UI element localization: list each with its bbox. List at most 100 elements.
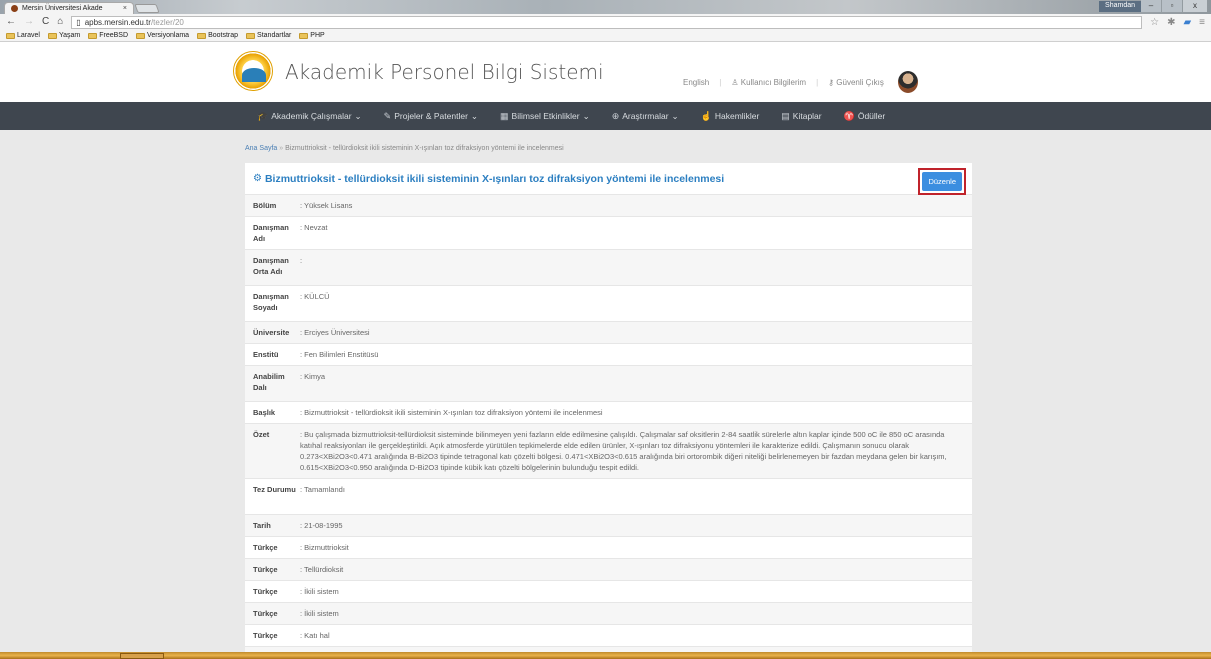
field-label: Türkçe	[245, 536, 300, 559]
table-row: Danışman Orta Adı	[245, 249, 972, 286]
forward-icon[interactable]: →	[24, 17, 34, 27]
browser-titlebar: Mersin Üniversitesi Akade × Shamdan – ▫ …	[0, 0, 1211, 14]
book-icon: ▤	[781, 110, 790, 121]
cogs-icon: ⚙	[253, 173, 262, 184]
menu-icon[interactable]: ≡	[1199, 17, 1205, 28]
card-header: ⚙ Bizmuttrioksit - tellürdioksit ikili s…	[245, 163, 972, 195]
pencil-icon: ✎	[383, 110, 392, 121]
bookmark-bootstrap[interactable]: Bootstrap	[197, 32, 238, 39]
chevron-down-icon: ⌄	[470, 110, 479, 121]
table-row: BölümYüksek Lisans	[245, 194, 972, 217]
back-icon[interactable]: ←	[6, 17, 16, 27]
bookmark-freebsd[interactable]: FreeBSD	[88, 32, 128, 39]
bookmark-standartlar[interactable]: Standartlar	[246, 32, 291, 39]
field-value: İkili sistem	[300, 602, 972, 625]
page-icon: ▯	[76, 17, 81, 27]
main-content: Ana Sayfa » Bizmuttrioksit - tellürdioks…	[245, 143, 972, 659]
field-value: Katı hal	[300, 624, 972, 647]
hand-icon: ☝	[700, 110, 712, 121]
field-label: Tez Durumu	[245, 478, 300, 515]
calendar-icon: ▦	[500, 110, 509, 121]
browser-tab[interactable]: Mersin Üniversitesi Akade ×	[4, 2, 134, 14]
field-value: Bizmuttrioksit - tellürdioksit ikili sis…	[300, 401, 972, 424]
close-window-icon[interactable]: x	[1183, 0, 1207, 12]
folder-icon	[88, 32, 98, 39]
bookmark-laravel[interactable]: Laravel	[6, 32, 40, 39]
browser-toolbar: ← → C ⌂ ▯ apbs.mersin.edu.tr/tezler/20 ☆…	[0, 14, 1211, 30]
table-row: Tarih21-08-1995	[245, 514, 972, 537]
edit-button[interactable]: Düzenle	[922, 172, 962, 191]
window-user-badge[interactable]: Shamdan	[1099, 1, 1141, 12]
home-icon[interactable]: ⌂	[57, 17, 63, 27]
globe-icon: ⊕	[611, 110, 620, 121]
tab-close-icon[interactable]: ×	[123, 5, 127, 12]
table-row: BaşlıkBizmuttrioksit - tellürdioksit iki…	[245, 401, 972, 424]
field-value: Fen Bilimleri Enstitüsü	[300, 343, 972, 366]
field-value: Bizmuttrioksit	[300, 536, 972, 559]
nav-oduller[interactable]: ♈ Ödüller	[844, 111, 886, 122]
nav-hakemlikler[interactable]: ☝ Hakemlikler	[701, 111, 760, 122]
bookmark-php[interactable]: PHP	[299, 32, 325, 39]
folder-icon	[299, 32, 309, 39]
user-info-link[interactable]: ♙ Kullanıcı Bilgilerim	[731, 78, 806, 87]
reload-icon[interactable]: C	[42, 17, 49, 27]
nav-projeler-patentler[interactable]: ✎ Projeler & Patentler ⌄	[384, 111, 478, 122]
field-label: Türkçe	[245, 580, 300, 603]
star-icon[interactable]: ☆	[1150, 17, 1159, 28]
field-label: Özet	[245, 423, 300, 479]
bookmarks-bar: Laravel Yaşam FreeBSD Versiyonlama Boots…	[0, 30, 1211, 42]
avatar[interactable]	[897, 71, 918, 93]
taskbar-button[interactable]	[120, 653, 164, 659]
breadcrumb: Ana Sayfa » Bizmuttrioksit - tellürdioks…	[245, 143, 972, 163]
extension2-icon[interactable]: ▰	[1183, 17, 1191, 28]
breadcrumb-separator: »	[279, 145, 284, 152]
table-row: Anabilim DalıKimya	[245, 365, 972, 402]
site-title[interactable]: Akademik Personel Bilgi Sistemi	[285, 60, 604, 84]
divider: |	[719, 77, 722, 87]
minimize-icon[interactable]: –	[1141, 0, 1161, 12]
trophy-icon: ♈	[843, 110, 855, 121]
new-tab-button[interactable]	[134, 4, 160, 13]
table-row: Tez DurumuTamamlandı	[245, 478, 972, 515]
maximize-icon[interactable]: ▫	[1162, 0, 1182, 12]
tab-title: Mersin Üniversitesi Akade	[22, 5, 103, 12]
nav-bilimsel-etkinlikler[interactable]: ▦ Bilimsel Etkinlikler ⌄	[500, 111, 590, 122]
field-value: 21-08-1995	[300, 514, 972, 537]
folder-icon	[136, 32, 146, 39]
favicon-icon	[11, 5, 18, 12]
divider: |	[816, 77, 819, 87]
address-bar[interactable]: ▯ apbs.mersin.edu.tr/tezler/20	[71, 15, 1143, 29]
table-row: ÜniversiteErciyes Üniversitesi	[245, 321, 972, 344]
graduation-cap-icon: 🎓	[257, 110, 269, 121]
english-link[interactable]: English	[683, 78, 709, 87]
field-value: Tamamlandı	[300, 478, 972, 515]
details-table: BölümYüksek Lisans Danışman AdıNevzat Da…	[245, 194, 972, 659]
nav-kitaplar[interactable]: ▤ Kitaplar	[781, 111, 821, 122]
field-value	[300, 249, 972, 286]
chevron-down-icon: ⌄	[354, 110, 362, 121]
field-value: Erciyes Üniversitesi	[300, 321, 972, 344]
field-label: Anabilim Dalı	[245, 365, 300, 402]
field-label: Danışman Adı	[245, 216, 300, 250]
url-path: /tezler/20	[150, 17, 184, 27]
nav-akademik-calismalar[interactable]: 🎓 Akademik Çalışmalar ⌄	[257, 111, 362, 122]
folder-icon	[47, 32, 57, 39]
folder-icon	[6, 32, 15, 39]
university-logo[interactable]	[233, 51, 273, 91]
bookmark-yasam[interactable]: Yaşam	[47, 32, 80, 39]
breadcrumb-home[interactable]: Ana Sayfa	[245, 145, 277, 152]
main-nav: 🎓 Akademik Çalışmalar ⌄ ✎ Projeler & Patent…	[0, 102, 1211, 130]
field-label: Türkçe	[245, 602, 300, 625]
field-value: Yüksek Lisans	[300, 194, 972, 217]
field-value: Tellürdioksit	[300, 558, 972, 581]
logout-link[interactable]: ⚷ Güvenli Çıkış	[828, 78, 884, 87]
extension-icon[interactable]: ✱	[1167, 17, 1175, 28]
nav-arastirmalar[interactable]: ⊕ Araştırmalar ⌄	[612, 111, 679, 122]
chevron-down-icon: ⌄	[582, 110, 590, 121]
bookmark-versiyonlama[interactable]: Versiyonlama	[136, 32, 189, 39]
folder-icon	[197, 32, 207, 39]
field-label: Tarih	[245, 514, 300, 537]
thesis-card: ⚙ Bizmuttrioksit - tellürdioksit ikili s…	[245, 163, 972, 659]
table-row: TürkçeKatı hal	[245, 624, 972, 647]
url-host: apbs.mersin.edu.tr	[84, 17, 151, 27]
